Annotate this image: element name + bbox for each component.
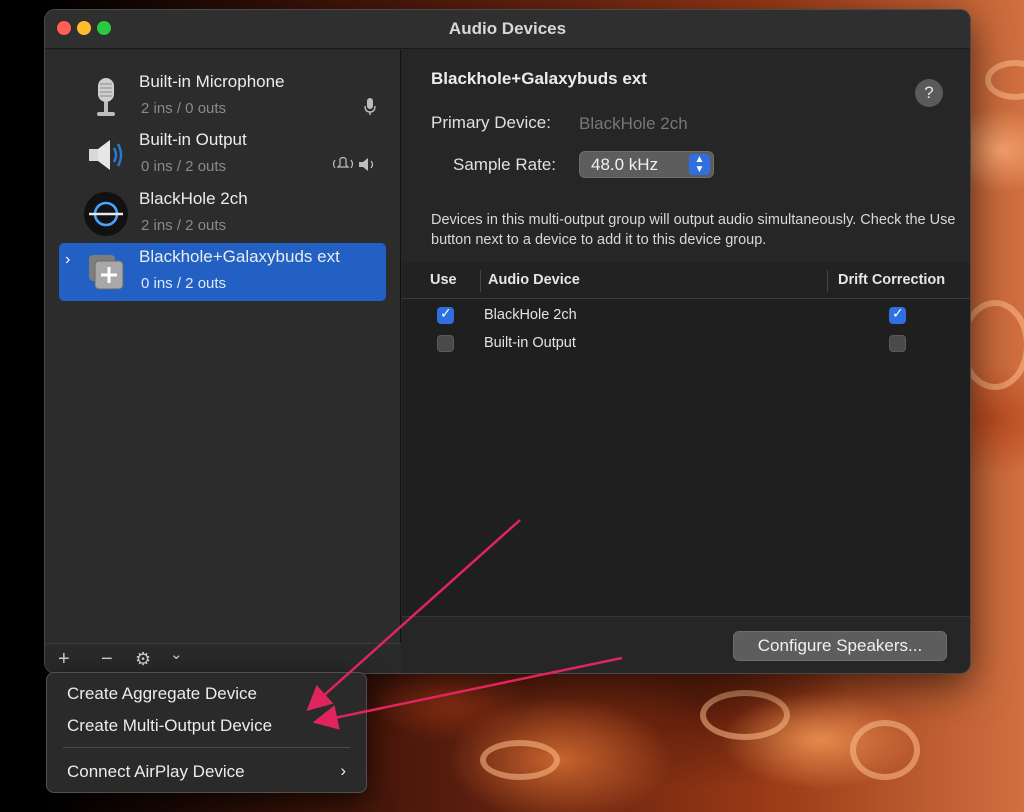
device-name: Built-in Microphone — [139, 72, 285, 91]
device-row-blackhole-2ch[interactable]: BlackHole 2ch 2 ins / 2 outs — [59, 185, 386, 243]
remove-device-button[interactable]: − — [101, 648, 113, 671]
blackhole-icon — [83, 191, 129, 237]
audio-devices-window: Audio Devices Built-in Microphone 2 ins … — [44, 9, 971, 674]
device-title: Blackhole+Galaxybuds ext — [431, 69, 647, 88]
sample-rate-label: Sample Rate: — [453, 155, 556, 174]
device-io: 2 ins / 0 outs — [141, 100, 227, 117]
chevron-right-icon[interactable]: › — [65, 251, 70, 269]
device-name: Blackhole+Galaxybuds ext — [139, 247, 340, 266]
sidebar-toolbar: + − ⚙ ⌄ — [45, 643, 401, 673]
drift-correction-checkbox[interactable] — [889, 335, 906, 352]
device-table: Use Audio Device Drift Correction BlackH… — [402, 262, 970, 616]
drift-correction-checkbox[interactable] — [889, 306, 906, 324]
sample-rate-select[interactable]: 48.0 kHz ▲ ▼ — [579, 151, 714, 178]
device-detail-pane: Blackhole+Galaxybuds ext ? Primary Devic… — [402, 50, 970, 673]
primary-device-value: BlackHole 2ch — [579, 114, 688, 133]
column-header-drift-correction[interactable]: Drift Correction — [838, 272, 945, 288]
sample-rate-value: 48.0 kHz — [591, 155, 659, 174]
device-row-built-in-output[interactable]: Built-in Output 0 ins / 2 outs — [59, 126, 386, 184]
add-device-menu: Create Aggregate Device Create Multi-Out… — [46, 672, 367, 793]
device-row-blackhole-galaxybuds-ext[interactable]: › Blackhole+Galaxybuds ext 0 ins / 2 out… — [59, 243, 386, 301]
audio-device-name: BlackHole 2ch — [484, 307, 577, 323]
device-name: Built-in Output — [139, 130, 247, 149]
audio-device-name: Built-in Output — [484, 335, 576, 351]
configure-speakers-button[interactable]: Configure Speakers... — [733, 631, 947, 661]
table-row[interactable]: BlackHole 2ch — [402, 302, 970, 330]
device-io: 0 ins / 2 outs — [141, 158, 227, 175]
title-bar[interactable]: Audio Devices — [45, 10, 970, 49]
microphone-icon — [83, 74, 129, 120]
detail-bottom-bar: Configure Speakers... — [402, 616, 970, 673]
column-divider — [480, 270, 481, 292]
input-mic-icon — [364, 98, 376, 119]
device-sidebar: Built-in Microphone 2 ins / 0 outs Built… — [45, 50, 401, 673]
up-down-arrows-icon: ▲ ▼ — [689, 154, 710, 175]
device-io: 0 ins / 2 outs — [141, 275, 227, 292]
use-checkbox[interactable] — [437, 306, 454, 324]
column-header-audio-device[interactable]: Audio Device — [488, 272, 580, 288]
menu-item-connect-airplay-device[interactable]: Connect AirPlay Device — [67, 762, 245, 782]
multi-output-icon — [83, 249, 129, 295]
device-name: BlackHole 2ch — [139, 189, 248, 208]
output-status-icons — [332, 156, 378, 175]
menu-separator — [63, 747, 350, 748]
table-header: Use Audio Device Drift Correction — [402, 262, 970, 299]
gear-icon[interactable]: ⚙ — [135, 649, 151, 670]
menu-item-create-multi-output-device[interactable]: Create Multi-Output Device — [67, 716, 272, 736]
menu-item-create-aggregate-device[interactable]: Create Aggregate Device — [67, 684, 257, 704]
table-row[interactable]: Built-in Output — [402, 330, 970, 358]
add-device-button[interactable]: + — [58, 648, 70, 671]
chevron-right-icon: › — [340, 761, 346, 780]
window-title: Audio Devices — [448, 19, 567, 38]
help-button[interactable]: ? — [915, 79, 943, 107]
speaker-icon — [83, 132, 129, 178]
primary-device-label: Primary Device: — [431, 113, 551, 132]
column-header-use[interactable]: Use — [430, 272, 457, 288]
use-checkbox[interactable] — [437, 335, 454, 352]
device-row-built-in-microphone[interactable]: Built-in Microphone 2 ins / 0 outs — [59, 68, 386, 126]
device-io: 2 ins / 2 outs — [141, 217, 227, 234]
description-text: Devices in this multi-output group will … — [431, 212, 956, 248]
column-divider — [827, 270, 828, 292]
chevron-down-icon[interactable]: ⌄ — [170, 645, 183, 663]
